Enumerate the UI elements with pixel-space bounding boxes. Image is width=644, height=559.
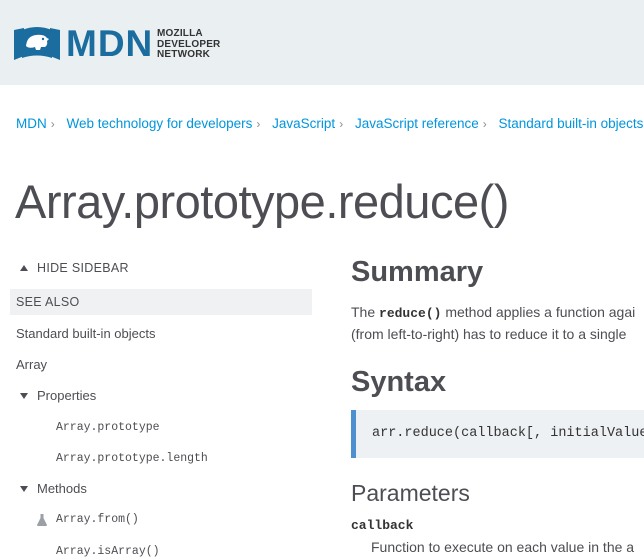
experimental-flask-icon bbox=[37, 514, 47, 526]
logo-sub-line: NETWORK bbox=[157, 49, 211, 60]
sidebar-item-standard-built-in-objects[interactable]: Standard built-in objects bbox=[16, 326, 155, 341]
parameters-heading: Parameters bbox=[351, 480, 470, 506]
logo-subtitle: MOZILLA DEVELOPER NETWORK bbox=[157, 28, 220, 61]
sidebar-item-properties[interactable]: Properties bbox=[20, 388, 96, 403]
sidebar-item-array-isarray[interactable]: Array.isArray() bbox=[56, 545, 160, 558]
sidebar-item-methods[interactable]: Methods bbox=[20, 481, 87, 496]
reduce-code: reduce() bbox=[379, 306, 442, 321]
see-also-header[interactable]: SEE ALSO bbox=[10, 289, 312, 315]
summary-text: method applies a function agai bbox=[441, 304, 636, 320]
sidebar-item-label: Methods bbox=[37, 481, 87, 496]
chevron-right-icon: › bbox=[256, 117, 261, 131]
param-description: Function to execute on each value in the… bbox=[371, 539, 635, 555]
sidebar-item-array[interactable]: Array bbox=[16, 357, 47, 372]
summary-paragraph: The reduce() method applies a function a… bbox=[351, 304, 635, 321]
site-header: MDN MOZILLA DEVELOPER NETWORK bbox=[0, 0, 644, 85]
summary-paragraph-line2: (from left-to-right) has to reduce it to… bbox=[351, 326, 627, 342]
sidebar-item-array-prototype[interactable]: Array.prototype bbox=[56, 421, 160, 434]
logo-sub-line: MOZILLA bbox=[157, 28, 203, 39]
param-name: callback bbox=[351, 518, 414, 533]
breadcrumb-link[interactable]: Standard built-in objects bbox=[499, 116, 644, 131]
triangle-down-icon bbox=[20, 393, 28, 399]
sidebar-item-label: Array.from() bbox=[56, 513, 139, 526]
breadcrumb-link[interactable]: JavaScript bbox=[272, 116, 335, 131]
summary-heading: Summary bbox=[351, 256, 484, 288]
summary-text: The bbox=[351, 304, 380, 320]
sidebar-item-array-from[interactable]: Array.from() bbox=[10, 512, 312, 530]
see-also-label: SEE ALSO bbox=[16, 295, 80, 309]
chevron-right-icon: › bbox=[482, 117, 487, 131]
hide-sidebar-label: HIDE SIDEBAR bbox=[37, 261, 129, 275]
breadcrumb-link[interactable]: JavaScript reference bbox=[355, 116, 479, 131]
chevron-right-icon: › bbox=[339, 117, 344, 131]
sidebar-item-array-prototype-length[interactable]: Array.prototype.length bbox=[56, 452, 208, 465]
breadcrumb-link[interactable]: MDN bbox=[16, 116, 47, 131]
syntax-heading: Syntax bbox=[351, 366, 447, 398]
page-title: Array.prototype.reduce() bbox=[15, 175, 509, 228]
mdn-logo[interactable]: MDN MOZILLA DEVELOPER NETWORK bbox=[14, 23, 274, 67]
triangle-up-icon bbox=[20, 265, 28, 271]
breadcrumb: MDN › Web technology for developers › Java… bbox=[16, 116, 644, 131]
chevron-right-icon: › bbox=[50, 117, 55, 131]
syntax-code-box: arr.reduce(callback[, initialValue]) bbox=[351, 410, 644, 458]
logo-wordmark: MDN bbox=[66, 23, 154, 64]
triangle-down-icon bbox=[20, 486, 28, 492]
mdn-dino-icon bbox=[14, 27, 60, 60]
breadcrumb-link[interactable]: Web technology for developers bbox=[67, 116, 253, 131]
sidebar-item-label: Properties bbox=[37, 388, 97, 403]
syntax-code: arr.reduce(callback[, initialValue]) bbox=[372, 426, 644, 441]
hide-sidebar-button[interactable]: HIDE SIDEBAR bbox=[20, 261, 129, 275]
